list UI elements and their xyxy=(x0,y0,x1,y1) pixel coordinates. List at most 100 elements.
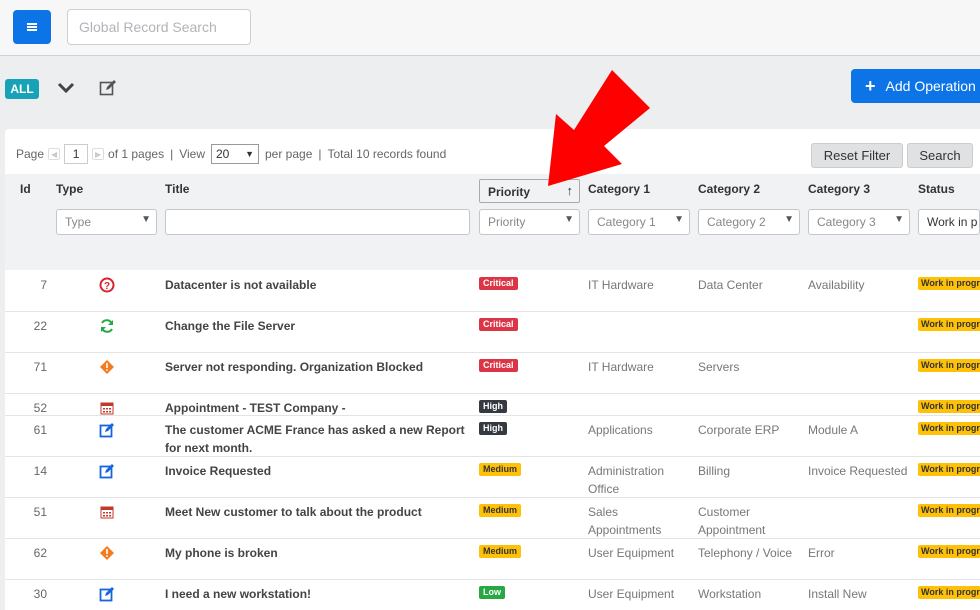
column-header-status[interactable]: Status xyxy=(918,182,955,196)
caret-down-icon: ▼ xyxy=(674,214,684,225)
search-button[interactable]: Search xyxy=(907,143,973,168)
per-page-label: per page xyxy=(265,147,313,161)
row-id: 51 xyxy=(33,505,47,519)
status-badge: Work in progress xyxy=(918,504,980,517)
table-row[interactable]: 7? Datacenter is not available Critical IT … xyxy=(5,271,980,312)
row-category-1: User Equipment xyxy=(588,587,675,601)
row-title[interactable]: My phone is broken xyxy=(165,544,465,562)
table-row[interactable]: 52 Appointment - TEST Company - High Work i… xyxy=(5,394,980,416)
row-id: 52 xyxy=(33,401,47,415)
category-2-filter-select[interactable]: Category 2 ▼ xyxy=(698,209,800,235)
next-page-icon[interactable]: ▶ xyxy=(92,148,105,160)
status-badge: Work in progress xyxy=(918,422,980,435)
table-row[interactable]: 62 My phone is broken Medium User Equipment… xyxy=(5,539,980,580)
column-header-title[interactable]: Title xyxy=(165,182,189,196)
chevron-down-icon[interactable] xyxy=(57,81,75,95)
row-category-1: Sales Appointments xyxy=(588,505,662,537)
status-badge: Work in progress xyxy=(918,545,980,558)
column-header-type[interactable]: Type xyxy=(56,182,83,196)
refresh-icon xyxy=(99,318,115,334)
view-label: View xyxy=(179,147,205,161)
status-filter-select[interactable]: Work in p xyxy=(918,209,980,235)
table-row[interactable]: 61 The customer ACME France has asked a n… xyxy=(5,416,980,457)
row-category-3: Module A xyxy=(808,423,859,437)
row-title[interactable]: I need a new workstation! xyxy=(165,585,465,603)
calendar-icon xyxy=(99,400,115,416)
table-row[interactable]: 51 Meet New customer to talk about the pr… xyxy=(5,498,980,539)
reset-filter-button[interactable]: Reset Filter xyxy=(811,143,903,168)
table-row[interactable]: 30 I need a new workstation! Low User Equip… xyxy=(5,580,980,610)
column-header-category-2[interactable]: Category 2 xyxy=(698,182,760,196)
caret-down-icon: ▼ xyxy=(141,214,151,225)
category-2-filter-value: Category 2 xyxy=(707,215,766,229)
menu-icon xyxy=(27,26,37,28)
red-arrow-annotation xyxy=(548,70,650,186)
priority-badge: High xyxy=(479,422,507,435)
add-operation-label: Add Operation xyxy=(885,78,976,94)
row-title[interactable]: Change the File Server xyxy=(165,317,465,335)
warning-diamond-icon xyxy=(99,359,115,375)
page-number-input[interactable]: 1 xyxy=(64,144,89,164)
add-operation-button[interactable]: + Add Operation xyxy=(851,69,980,103)
row-category-2: Corporate ERP xyxy=(698,423,780,437)
priority-badge: Critical xyxy=(479,277,518,290)
row-id: 62 xyxy=(33,546,47,560)
priority-badge: Critical xyxy=(479,318,518,331)
row-title[interactable]: Datacenter is not available xyxy=(165,276,465,294)
toolbar: ALL + Add Operation xyxy=(0,57,980,129)
type-filter-select[interactable]: Type ▼ xyxy=(56,209,157,235)
row-title[interactable]: Server not responding. Organization Bloc… xyxy=(165,358,465,376)
all-filter-button[interactable]: ALL xyxy=(5,79,39,99)
row-id: 14 xyxy=(33,464,47,478)
priority-badge: Medium xyxy=(479,504,522,517)
question-icon: ? xyxy=(99,277,115,293)
row-category-2: Billing xyxy=(698,464,731,478)
row-category-1: Administration Office xyxy=(588,464,665,496)
priority-badge: Critical xyxy=(479,359,518,372)
type-filter-value: Type xyxy=(65,215,92,229)
prev-page-icon[interactable]: ◀ xyxy=(48,148,61,160)
row-category-1: IT Hardware xyxy=(588,360,654,374)
svg-text:?: ? xyxy=(104,281,110,292)
separator: | xyxy=(170,147,174,161)
priority-badge: Low xyxy=(479,586,505,599)
priority-badge: Medium xyxy=(479,545,522,558)
global-search-input[interactable]: Global Record Search xyxy=(67,9,251,45)
row-category-2: Data Center xyxy=(698,278,763,292)
table-row[interactable]: 14 Invoice Requested Medium Administration … xyxy=(5,457,980,498)
table-row[interactable]: 71 Server not responding. Organization Bl… xyxy=(5,353,980,394)
category-3-filter-value: Category 3 xyxy=(817,215,876,229)
table-row[interactable]: 22 Change the File Server Critical Work in … xyxy=(5,312,980,353)
category-1-filter-select[interactable]: Category 1 ▼ xyxy=(588,209,690,235)
edit-icon xyxy=(99,422,115,438)
title-filter-input[interactable] xyxy=(165,209,470,235)
row-title[interactable]: The customer ACME France has asked a new… xyxy=(165,421,465,457)
status-badge: Work in progress xyxy=(918,586,980,599)
pagination: Page ◀ 1 ▶ of 1 pages | View 20 ▼ per pag… xyxy=(16,144,446,164)
category-3-filter-select[interactable]: Category 3 ▼ xyxy=(808,209,910,235)
row-category-2: Workstation xyxy=(698,587,762,601)
row-category-2: Telephony / Voice xyxy=(698,546,793,560)
total-records-label: Total 10 records found xyxy=(327,147,447,161)
row-title[interactable]: Appointment - TEST Company - xyxy=(165,399,465,417)
column-header-id[interactable]: Id xyxy=(20,182,31,196)
row-title[interactable]: Invoice Requested xyxy=(165,462,465,480)
status-badge: Work in progress xyxy=(918,277,980,290)
status-badge: Work in progress xyxy=(918,359,980,372)
row-id: 22 xyxy=(33,319,47,333)
status-badge: Work in progress xyxy=(918,318,980,331)
hamburger-menu-button[interactable] xyxy=(13,10,51,44)
priority-badge: High xyxy=(479,400,507,413)
top-bar: Global Record Search xyxy=(0,0,980,56)
row-id: 7 xyxy=(40,278,47,292)
row-category-3: Install New xyxy=(808,587,867,601)
edit-icon[interactable] xyxy=(99,79,117,97)
row-category-2: Customer Appointment xyxy=(698,505,766,537)
priority-filter-select[interactable]: Priority ▼ xyxy=(479,209,580,235)
row-category-1: User Equipment xyxy=(588,546,675,560)
row-title[interactable]: Meet New customer to talk about the prod… xyxy=(165,503,465,521)
row-category-2: Servers xyxy=(698,360,740,374)
column-header-category-3[interactable]: Category 3 xyxy=(808,182,870,196)
row-category-1: IT Hardware xyxy=(588,278,654,292)
per-page-select[interactable]: 20 ▼ xyxy=(211,144,259,164)
